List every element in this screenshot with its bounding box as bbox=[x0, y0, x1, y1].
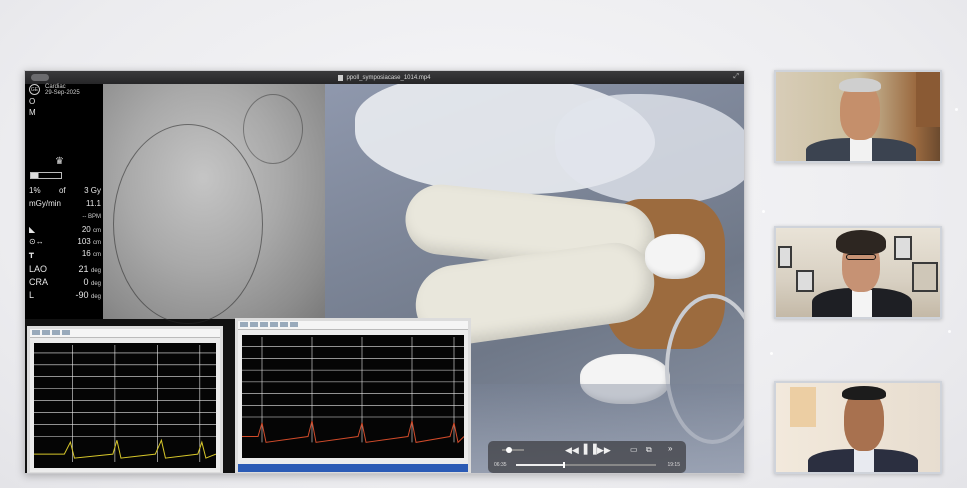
remaining-time: 19:15 bbox=[667, 462, 680, 468]
progress-fill bbox=[516, 464, 564, 466]
cra-value: 0 bbox=[83, 277, 89, 287]
participant-video-3[interactable] bbox=[774, 381, 942, 474]
cra-row: CRA 0 deg bbox=[29, 277, 101, 287]
video-file-title: ppoll_symposiacase_1014.mp4 bbox=[338, 74, 431, 81]
progress-knob[interactable] bbox=[562, 462, 565, 468]
dose-of: of bbox=[58, 186, 66, 195]
dose-rate-value: 11.1 bbox=[86, 199, 101, 208]
participant-shirt bbox=[854, 449, 874, 472]
playback-controls[interactable]: ◀◀ ❚❚ ▶▶ ▭ ⧉ » 06:35 19:15 bbox=[488, 441, 686, 473]
wall-frame bbox=[796, 270, 814, 292]
participant-video-2[interactable] bbox=[774, 226, 942, 319]
catheter-shadow bbox=[113, 124, 263, 324]
background-sparkle bbox=[770, 352, 773, 355]
distance-row-3: ┳ 16 cm bbox=[29, 249, 101, 258]
participant-shirt bbox=[852, 290, 872, 317]
participant-hair bbox=[839, 78, 881, 92]
bpm-value: -- BPM bbox=[82, 214, 101, 220]
ecg-statusbar bbox=[238, 464, 468, 472]
participant-hair bbox=[836, 230, 886, 254]
lao-row: LAO 21 deg bbox=[29, 264, 101, 274]
dose-bar-icon bbox=[30, 172, 62, 179]
l-label: L bbox=[29, 290, 35, 300]
l-row: L -90 deg bbox=[29, 290, 101, 300]
wall-frame bbox=[778, 246, 792, 268]
bpm-row: -- BPM bbox=[29, 214, 101, 220]
expand-icon[interactable]: ⤢ bbox=[733, 73, 739, 81]
dose-rate-label: mGy/min bbox=[29, 199, 61, 208]
distance-3: 16 bbox=[81, 249, 91, 258]
gauze bbox=[645, 234, 705, 279]
fluoro-date: 29-Sep-2025 bbox=[45, 90, 80, 96]
ecg-monitor-right bbox=[235, 318, 471, 473]
file-icon bbox=[338, 74, 344, 81]
elapsed-time: 06:35 bbox=[494, 462, 507, 468]
lao-value: 21 bbox=[78, 264, 89, 274]
shared-video-window[interactable]: ppoll_symposiacase_1014.mp4 ⤢ GE Cardiac… bbox=[24, 70, 745, 474]
video-file-name: ppoll_symposiacase_1014.mp4 bbox=[346, 74, 431, 81]
ecg-monitor-left bbox=[27, 326, 223, 473]
glasses-icon bbox=[846, 254, 876, 260]
distance-row-2: ⊙↔ 103 cm bbox=[29, 237, 101, 246]
fluoro-info-column: GE Cardiac 29-Sep-2025 O M ♛ 1% of 3 Gy … bbox=[25, 84, 103, 319]
background-sparkle bbox=[948, 330, 951, 333]
background-sparkle bbox=[762, 210, 765, 213]
distance-3-unit: cm bbox=[93, 252, 101, 258]
crown-icon: ♛ bbox=[55, 156, 64, 167]
ecg-waveform bbox=[34, 344, 217, 463]
wall-frame bbox=[912, 262, 938, 292]
fluoroscopy-panel: GE Cardiac 29-Sep-2025 O M ♛ 1% of 3 Gy … bbox=[25, 84, 325, 324]
fast-forward-icon[interactable]: ▶▶ bbox=[597, 445, 611, 455]
volume-slider[interactable] bbox=[502, 447, 524, 453]
distance-2-unit: cm bbox=[93, 240, 101, 246]
dose-total: 3 Gy bbox=[84, 186, 101, 195]
cra-label: CRA bbox=[29, 277, 49, 287]
l-value: -90 bbox=[75, 290, 89, 300]
participant-hair bbox=[842, 386, 886, 400]
airplay-icon[interactable]: ▭ bbox=[630, 445, 638, 455]
progress-bar[interactable] bbox=[516, 462, 656, 468]
distance-2: 103 bbox=[77, 237, 91, 246]
dose-row: 1% of 3 Gy bbox=[29, 186, 101, 195]
dose-rate-row: mGy/min 11.1 bbox=[29, 199, 101, 208]
distance-1: 20 bbox=[81, 225, 91, 234]
ecg-trace-area bbox=[34, 343, 217, 468]
volume-knob[interactable] bbox=[505, 447, 512, 453]
ecg-trace-area bbox=[242, 335, 465, 458]
ge-logo-icon: GE bbox=[29, 84, 40, 95]
ecg-toolbar bbox=[30, 329, 220, 338]
table-height-icon: ┳ bbox=[29, 249, 34, 258]
fluoro-letter-m: M bbox=[29, 108, 36, 117]
cra-unit: deg bbox=[90, 281, 101, 287]
participant-video-1[interactable] bbox=[774, 70, 942, 163]
participant-shirt bbox=[850, 138, 872, 161]
lao-label: LAO bbox=[29, 264, 48, 274]
ecg-waveform bbox=[242, 336, 465, 444]
ecg-toolbar bbox=[238, 321, 468, 330]
fluoroscopy-image bbox=[103, 84, 325, 324]
lao-unit: deg bbox=[90, 268, 101, 274]
window-controls[interactable] bbox=[31, 74, 49, 81]
wall-frame bbox=[894, 236, 912, 260]
distance-row-1: ◣ 20 cm bbox=[29, 225, 101, 234]
distance-1-unit: cm bbox=[93, 228, 101, 234]
wall-art bbox=[916, 72, 940, 127]
background-sparkle bbox=[955, 108, 958, 111]
lead-shadow bbox=[243, 94, 303, 164]
video-titlebar[interactable]: ppoll_symposiacase_1014.mp4 ⤢ bbox=[25, 71, 744, 84]
double-chevron-icon[interactable]: » bbox=[668, 444, 672, 454]
rewind-icon[interactable]: ◀◀ bbox=[565, 445, 579, 455]
l-unit: deg bbox=[90, 294, 101, 300]
fluoro-letter-o: O bbox=[29, 97, 36, 106]
dose-percent: 1% bbox=[29, 186, 41, 195]
picture-in-picture-icon[interactable]: ⧉ bbox=[646, 445, 652, 455]
wall-art bbox=[790, 387, 816, 427]
sid-icon: ⊙↔ bbox=[29, 237, 44, 246]
distance-icon: ◣ bbox=[29, 225, 36, 234]
